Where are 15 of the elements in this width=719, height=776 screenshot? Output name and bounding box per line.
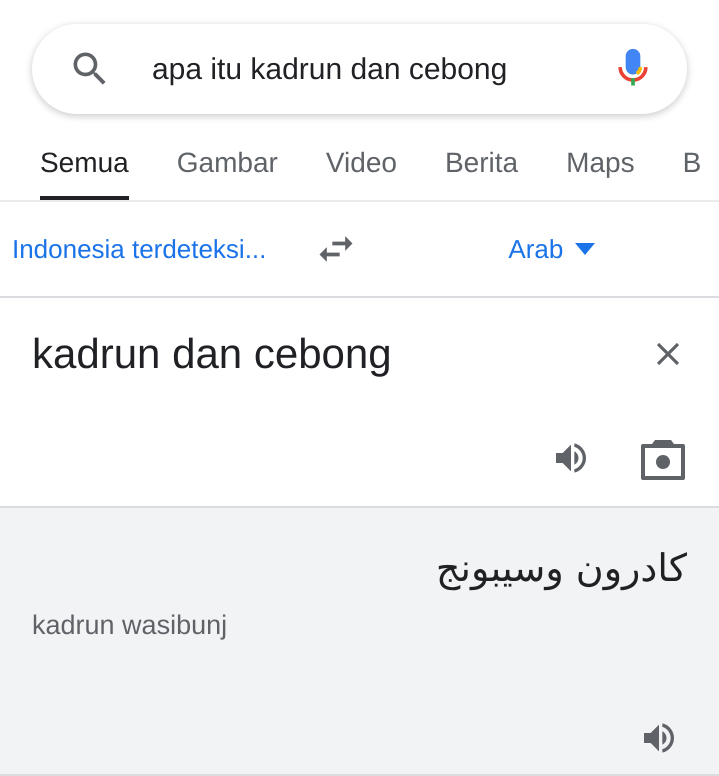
translated-text: كادرون وسيبونج bbox=[436, 545, 687, 592]
input-text[interactable]: kadrun dan cebong bbox=[32, 322, 392, 385]
search-query: apa itu kadrun dan cebong bbox=[152, 52, 508, 88]
search-tab[interactable]: Gambar bbox=[176, 142, 278, 200]
search-bar[interactable]: apa itu kadrun dan cebong bbox=[32, 24, 687, 114]
search-tab[interactable]: Maps bbox=[566, 142, 635, 200]
search-tab[interactable]: Video bbox=[326, 142, 397, 200]
transliteration-text: kadrun wasibunj bbox=[32, 609, 228, 642]
search-tab[interactable]: Semua bbox=[40, 142, 129, 200]
search-tab[interactable]: Berita bbox=[444, 142, 518, 200]
caret-icon bbox=[575, 243, 596, 255]
source-language[interactable]: Indonesia terdeteksi... bbox=[12, 230, 266, 268]
camera-icon[interactable] bbox=[639, 438, 687, 482]
search-tab[interactable]: B bbox=[682, 142, 702, 200]
target-language-dropdown[interactable]: Arab bbox=[508, 230, 596, 268]
